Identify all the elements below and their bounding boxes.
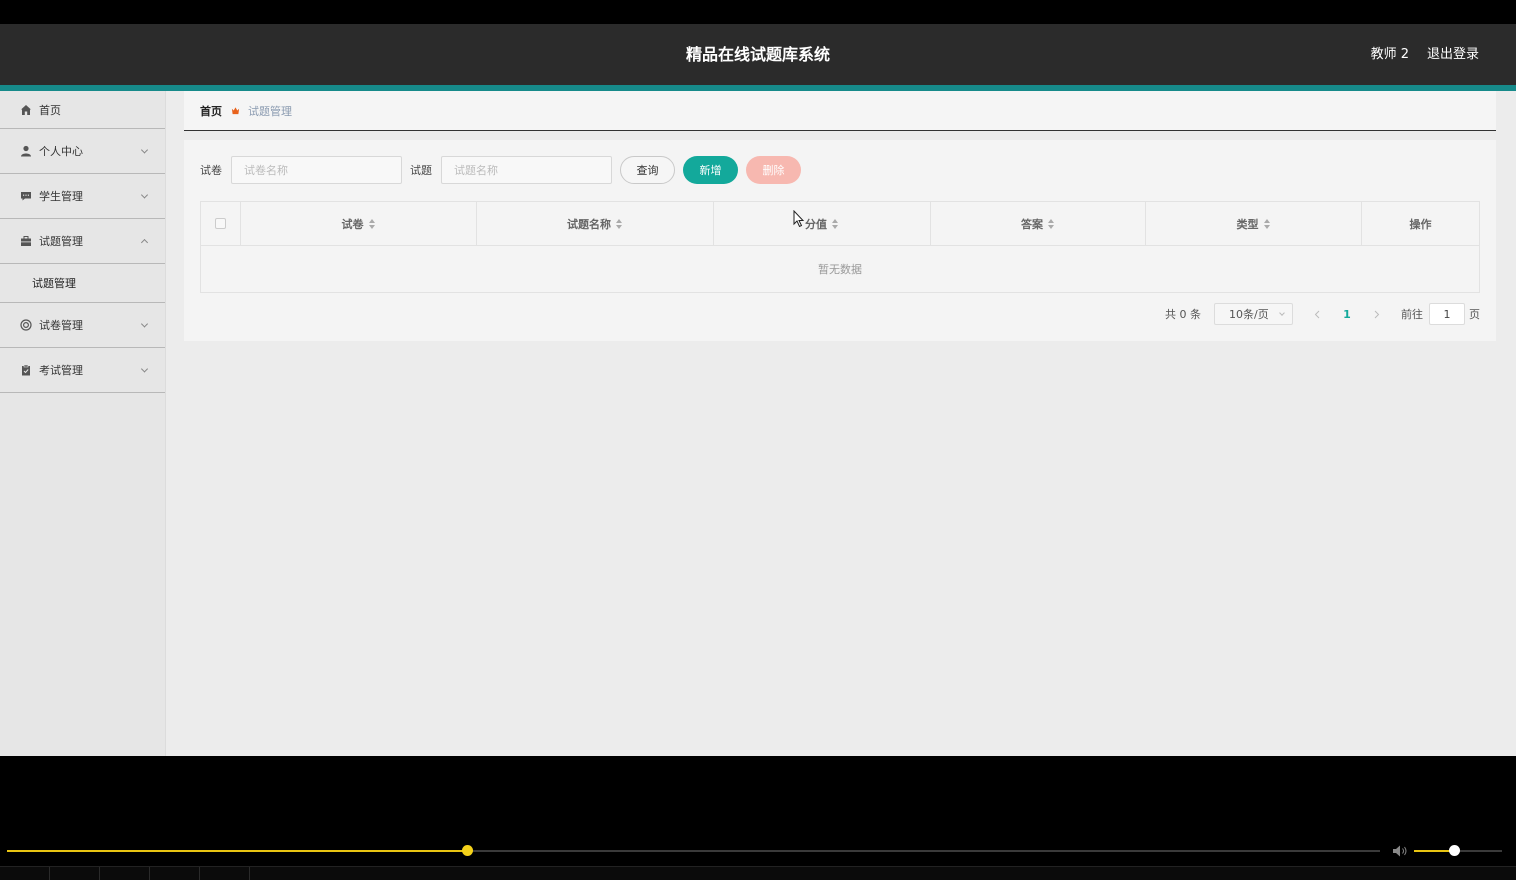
column-header-label: 试题名称 xyxy=(567,217,611,231)
column-header-label: 分值 xyxy=(805,217,827,231)
breadcrumb-home[interactable]: 首页 xyxy=(200,103,222,119)
strip-segment xyxy=(50,867,100,880)
app-title: 精品在线试题库系统 xyxy=(685,45,830,64)
video-player-controls xyxy=(0,756,1516,880)
column-header-paper[interactable]: 试卷 xyxy=(241,202,477,245)
sidebar-item-papers[interactable]: 试卷管理 xyxy=(0,303,165,348)
page-number-current[interactable]: 1 xyxy=(1332,303,1362,325)
empty-state: 暂无数据 xyxy=(818,263,862,276)
sidebar-item-profile[interactable]: 个人中心 xyxy=(0,129,165,174)
sidebar-item-label: 学生管理 xyxy=(39,190,83,203)
strip-segment xyxy=(200,867,250,880)
query-button[interactable]: 查询 xyxy=(620,156,675,184)
sort-icon[interactable] xyxy=(832,218,839,229)
paper-label: 试卷 xyxy=(200,164,222,177)
column-header-label: 类型 xyxy=(1236,217,1259,231)
strip-segment xyxy=(100,867,150,880)
goto-label: 前往 xyxy=(1401,308,1423,321)
volume-level xyxy=(1414,850,1454,852)
page-size-select[interactable]: 10条/页 xyxy=(1214,303,1293,325)
sidebar-item-label: 试题管理 xyxy=(39,235,83,248)
sort-icon[interactable] xyxy=(1048,218,1055,229)
goto-page-input[interactable] xyxy=(1429,303,1465,325)
column-header-score[interactable]: 分值 xyxy=(714,202,931,245)
app-window: 精品在线试题库系统 教师 2 退出登录 首页 个人中心 学生管理 试题管理 试题… xyxy=(0,24,1516,756)
chevron-left-icon xyxy=(1314,310,1320,318)
sort-icon[interactable] xyxy=(616,218,623,229)
table-header: 试卷 试题名称 分值 答案 类型 操作 xyxy=(201,202,1479,246)
main-content: 首页 试题管理 试卷 试题 查询 新增 删除 试卷 xyxy=(184,91,1496,341)
logout-link[interactable]: 退出登录 xyxy=(1427,24,1479,85)
top-letterbox xyxy=(0,0,1516,24)
add-button[interactable]: 新增 xyxy=(683,156,738,184)
sort-icon[interactable] xyxy=(1263,218,1271,229)
sidebar-subitem-question-management[interactable]: 试题管理 xyxy=(0,264,165,303)
chevron-right-icon xyxy=(1374,310,1380,318)
briefcase-icon xyxy=(21,236,31,246)
sidebar: 首页 个人中心 学生管理 试题管理 试题管理 试卷管理 考试管理 xyxy=(0,91,166,756)
sort-icon[interactable] xyxy=(368,218,376,229)
sidebar-item-label: 首页 xyxy=(39,103,61,117)
strip-segment xyxy=(150,867,200,880)
column-header-label: 操作 xyxy=(1409,217,1432,231)
search-bar: 试卷 试题 查询 新增 删除 xyxy=(200,156,801,184)
select-all-checkbox[interactable] xyxy=(215,218,226,229)
question-label: 试题 xyxy=(410,164,432,177)
seek-bar[interactable] xyxy=(7,845,1380,856)
content-panel: 试卷 试题 查询 新增 删除 试卷 试题名称 xyxy=(184,140,1496,341)
column-header-type[interactable]: 类型 xyxy=(1146,202,1362,245)
column-header-label: 答案 xyxy=(1021,217,1043,231)
breadcrumb: 首页 试题管理 xyxy=(184,91,1496,131)
bottom-strip xyxy=(0,866,1516,880)
strip-segment xyxy=(0,867,50,880)
user-icon xyxy=(21,145,31,157)
pagination: 共 0 条 10条/页 1 前往 页 xyxy=(1165,303,1480,325)
column-header-actions: 操作 xyxy=(1362,202,1479,245)
clipboard-icon xyxy=(22,364,30,376)
paper-name-input[interactable] xyxy=(231,156,402,184)
sidebar-item-home[interactable]: 首页 xyxy=(0,91,165,129)
mouse-cursor-icon xyxy=(793,210,805,228)
volume-handle[interactable] xyxy=(1448,845,1460,856)
next-page-button[interactable] xyxy=(1362,303,1392,325)
chevron-down-icon xyxy=(140,365,149,373)
column-header-answer[interactable]: 答案 xyxy=(931,202,1146,245)
sidebar-item-students[interactable]: 学生管理 xyxy=(0,174,165,219)
current-user: 教师 2 xyxy=(1370,47,1409,62)
breadcrumb-separator-icon xyxy=(231,107,240,115)
volume-icon[interactable] xyxy=(1392,844,1408,858)
chevron-down-icon xyxy=(1279,310,1285,316)
delete-button[interactable]: 删除 xyxy=(746,156,801,184)
question-name-input[interactable] xyxy=(441,156,612,184)
pagination-total: 共 0 条 xyxy=(1165,308,1201,321)
volume-slider[interactable] xyxy=(1414,845,1502,856)
sidebar-item-label: 个人中心 xyxy=(39,145,83,158)
column-header-label: 试卷 xyxy=(341,217,364,231)
chevron-down-icon xyxy=(140,191,149,199)
sidebar-item-questions[interactable]: 试题管理 xyxy=(0,219,165,264)
sidebar-item-exams[interactable]: 考试管理 xyxy=(0,348,165,393)
breadcrumb-current: 试题管理 xyxy=(248,104,292,118)
select-all-cell xyxy=(201,202,241,245)
chevron-down-icon xyxy=(140,146,149,154)
circle-icon xyxy=(20,319,32,331)
chat-icon xyxy=(21,192,31,201)
questions-table: 试卷 试题名称 分值 答案 类型 操作 暂无数据 xyxy=(200,201,1480,293)
home-icon xyxy=(21,104,31,115)
seek-bar-handle[interactable] xyxy=(461,845,473,856)
header: 精品在线试题库系统 教师 2 退出登录 xyxy=(0,24,1516,85)
chevron-down-icon xyxy=(140,320,149,328)
sidebar-item-label: 考试管理 xyxy=(39,364,83,377)
chevron-up-icon xyxy=(140,238,149,247)
page-suffix-label: 页 xyxy=(1469,308,1480,321)
sidebar-item-label: 试卷管理 xyxy=(39,319,83,332)
page-size-value: 10条/页 xyxy=(1229,308,1269,321)
prev-page-button[interactable] xyxy=(1302,303,1332,325)
seek-bar-progress xyxy=(7,850,467,852)
column-header-question-name[interactable]: 试题名称 xyxy=(477,202,714,245)
